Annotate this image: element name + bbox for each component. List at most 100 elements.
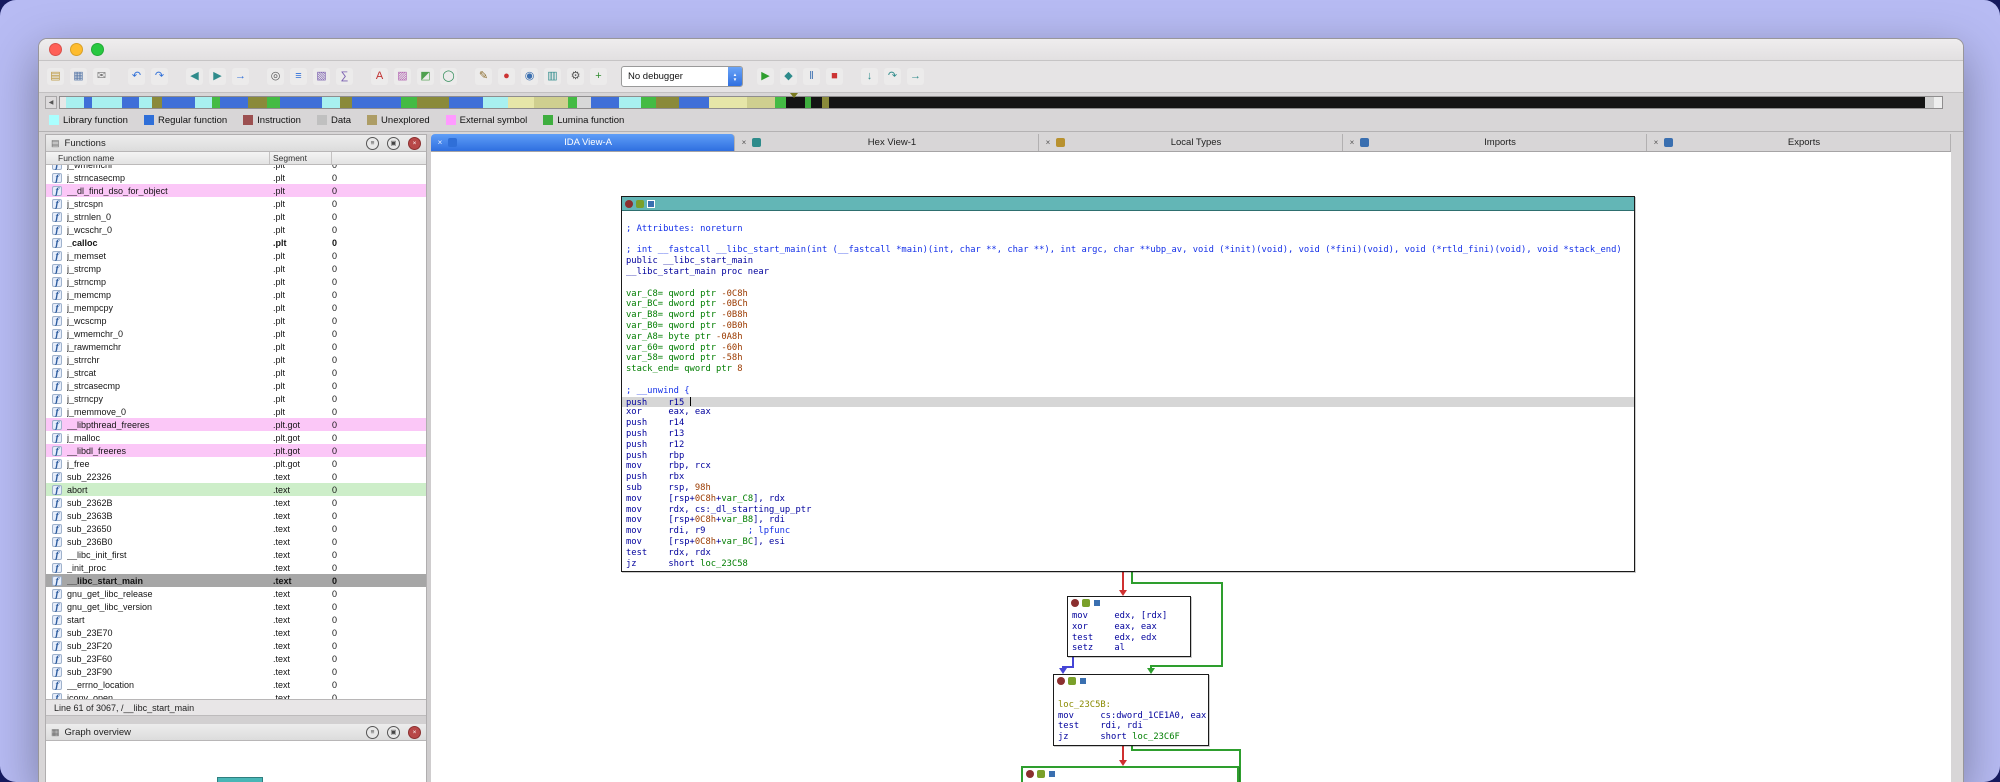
function-row[interactable]: fj_mempcpy.plt0 xyxy=(46,301,426,314)
toolbar-mail-icon[interactable]: ✉ xyxy=(93,68,110,85)
function-row[interactable]: fsub_23F20.text0 xyxy=(46,639,426,652)
column-header-segment[interactable]: Segment xyxy=(270,152,332,164)
function-row[interactable]: fsub_2363B.text0 xyxy=(46,509,426,522)
toolbar-breakpoint-icon[interactable]: ● xyxy=(498,68,515,85)
function-row[interactable]: fj_memmove_0.plt0 xyxy=(46,405,426,418)
function-row[interactable]: fj_wmemchr_0.plt0 xyxy=(46,327,426,340)
function-row[interactable]: fj_strcmp.plt0 xyxy=(46,262,426,275)
toolbar-gear-icon[interactable]: ⚙ xyxy=(567,68,584,85)
graph-node-partial[interactable] xyxy=(1021,766,1239,782)
node-color-icon[interactable] xyxy=(1082,599,1090,607)
function-row[interactable]: fj_strcat.plt0 xyxy=(46,366,426,379)
graph-canvas[interactable]: ; Attributes: noreturn ; int __fastcall … xyxy=(431,152,1951,782)
panel-close-button[interactable]: × xyxy=(408,137,421,150)
node-header[interactable] xyxy=(622,197,1634,211)
disasm-line[interactable] xyxy=(626,278,1630,289)
disasm-line[interactable]: ; int __fastcall __libc_start_main(int (… xyxy=(626,245,1630,256)
disasm-line[interactable]: push r13 xyxy=(626,429,1630,440)
toolbar-stop-icon[interactable]: ■ xyxy=(826,68,843,85)
node-edit-icon[interactable] xyxy=(1071,599,1079,607)
disasm-line[interactable]: ; __unwind { xyxy=(626,386,1630,397)
node-group-icon[interactable] xyxy=(1093,599,1101,607)
toolbar-watch-icon[interactable]: ◉ xyxy=(521,68,538,85)
function-row[interactable]: ficonv_open.text0 xyxy=(46,691,426,699)
disasm-line[interactable]: push r14 xyxy=(626,418,1630,429)
function-row[interactable]: fgnu_get_libc_release.text0 xyxy=(46,587,426,600)
disasm-line[interactable]: test rdx, rdx xyxy=(626,548,1630,559)
function-row[interactable]: f_calloc.plt0 xyxy=(46,236,426,249)
navband-scroll-left-button[interactable]: ◀ xyxy=(45,96,57,109)
disasm-line[interactable]: var_C8= qword ptr -0C8h xyxy=(626,289,1630,300)
node-edit-icon[interactable] xyxy=(1026,770,1034,778)
toolbar-navigate-back-icon[interactable]: ◀ xyxy=(186,68,203,85)
toolbar-structures-icon[interactable]: ▧ xyxy=(313,68,330,85)
function-row[interactable]: f_init_proc.text0 xyxy=(46,561,426,574)
tab-imports[interactable]: ×Imports xyxy=(1343,134,1647,151)
disasm-line[interactable]: mov rbp, rcx xyxy=(626,461,1630,472)
toolbar-segments-icon[interactable]: ▥ xyxy=(544,68,561,85)
disasm-line[interactable]: mov [rsp+0C8h+var_B8], rdi xyxy=(626,515,1630,526)
graph-node-check-edx[interactable]: mov edx, [rdx]xor eax, eaxtest edx, edxs… xyxy=(1067,596,1191,657)
function-row[interactable]: fj_strnlen_0.plt0 xyxy=(46,210,426,223)
toolbar-globe-icon[interactable]: ◯ xyxy=(440,68,457,85)
zoom-window-button[interactable] xyxy=(91,43,104,56)
panel-menu-button[interactable]: ≡ xyxy=(366,137,379,150)
overview-menu-button[interactable]: ≡ xyxy=(366,726,379,739)
toolbar-add-icon[interactable]: + xyxy=(590,68,607,85)
function-row[interactable]: fj_strncasecmp.plt0 xyxy=(46,171,426,184)
function-row[interactable]: f__libc_start_main.text0 xyxy=(46,574,426,587)
toolbar-functions-list-icon[interactable]: ≡ xyxy=(290,68,307,85)
toolbar-navigate-forward-icon[interactable]: ▶ xyxy=(209,68,226,85)
node-color-icon[interactable] xyxy=(636,200,644,208)
function-row[interactable]: fj_strcspn.plt0 xyxy=(46,197,426,210)
disasm-line[interactable]: ; Attributes: noreturn xyxy=(626,224,1630,235)
disasm-line[interactable]: push rbp xyxy=(626,451,1630,462)
disasm-line[interactable]: xor eax, eax xyxy=(626,407,1630,418)
toolbar-jump-icon[interactable]: → xyxy=(232,68,249,85)
disasm-line[interactable]: stack_end= qword ptr 8 xyxy=(626,364,1630,375)
function-row[interactable]: fsub_23F90.text0 xyxy=(46,665,426,678)
disasm-line[interactable]: setz al xyxy=(1072,643,1186,654)
function-row[interactable]: fsub_22326.text0 xyxy=(46,470,426,483)
toolbar-step-over-icon[interactable]: ↷ xyxy=(884,68,901,85)
graph-node-libc-start-main[interactable]: ; Attributes: noreturn ; int __fastcall … xyxy=(621,196,1635,572)
overview-close-button[interactable]: × xyxy=(408,726,421,739)
function-row[interactable]: fsub_23E70.text0 xyxy=(46,626,426,639)
tab-close-icon[interactable]: × xyxy=(435,138,445,147)
disasm-line[interactable]: loc_23C5B: xyxy=(1058,700,1204,711)
disasm-line[interactable]: push rbx xyxy=(626,472,1630,483)
disasm-line[interactable] xyxy=(626,213,1630,224)
disasm-line[interactable]: jz short loc_23C58 xyxy=(626,559,1630,570)
graph-node-loc-23C5B[interactable]: loc_23C5B:mov cs:dword_1CE1A0, eaxtest r… xyxy=(1053,674,1209,746)
disasm-line[interactable]: public __libc_start_main xyxy=(626,256,1630,267)
toolbar-script-icon[interactable]: ✎ xyxy=(475,68,492,85)
toolbar-calculator-icon[interactable]: ◩ xyxy=(417,68,434,85)
navigation-band[interactable] xyxy=(59,96,1943,109)
column-header-function-name[interactable]: Function name xyxy=(46,152,270,164)
toolbar-debugger-icon[interactable]: ◆ xyxy=(780,68,797,85)
tab-close-icon[interactable]: × xyxy=(1651,138,1661,147)
minimize-window-button[interactable] xyxy=(70,43,83,56)
disasm-line[interactable]: var_A8= byte ptr -0A8h xyxy=(626,332,1630,343)
disasm-line[interactable] xyxy=(626,235,1630,246)
node-group-icon[interactable] xyxy=(1048,770,1056,778)
disasm-line[interactable]: xor eax, eax xyxy=(1072,622,1186,633)
disasm-line[interactable] xyxy=(626,375,1630,386)
debugger-select[interactable]: No debugger ▲▼ xyxy=(621,66,743,87)
function-row[interactable]: f__libc_init_first.text0 xyxy=(46,548,426,561)
disasm-line[interactable]: mov [rsp+0C8h+var_C8], rdx xyxy=(626,494,1630,505)
graph-overview-canvas[interactable] xyxy=(46,741,426,782)
functions-column-headers[interactable]: Function name Segment xyxy=(46,152,426,165)
node-group-icon[interactable] xyxy=(1079,677,1087,685)
function-row[interactable]: f__libpthread_freeres.plt.got0 xyxy=(46,418,426,431)
function-row[interactable]: f__dl_find_dso_for_object.plt0 xyxy=(46,184,426,197)
toolbar-open-file-icon[interactable]: ▤ xyxy=(47,68,64,85)
disasm-line[interactable]: push r12 xyxy=(626,440,1630,451)
disasm-line[interactable]: mov cs:dword_1CE1A0, eax xyxy=(1058,711,1204,722)
disasm-line[interactable]: mov rdi, r9 ; lpfunc xyxy=(626,526,1630,537)
tab-hex-view-1[interactable]: ×Hex View-1 xyxy=(735,134,1039,151)
function-row[interactable]: fgnu_get_libc_version.text0 xyxy=(46,600,426,613)
combo-stepper-icon[interactable]: ▲▼ xyxy=(728,67,742,86)
node-group-icon[interactable] xyxy=(647,200,655,208)
node-header[interactable] xyxy=(1068,597,1190,609)
